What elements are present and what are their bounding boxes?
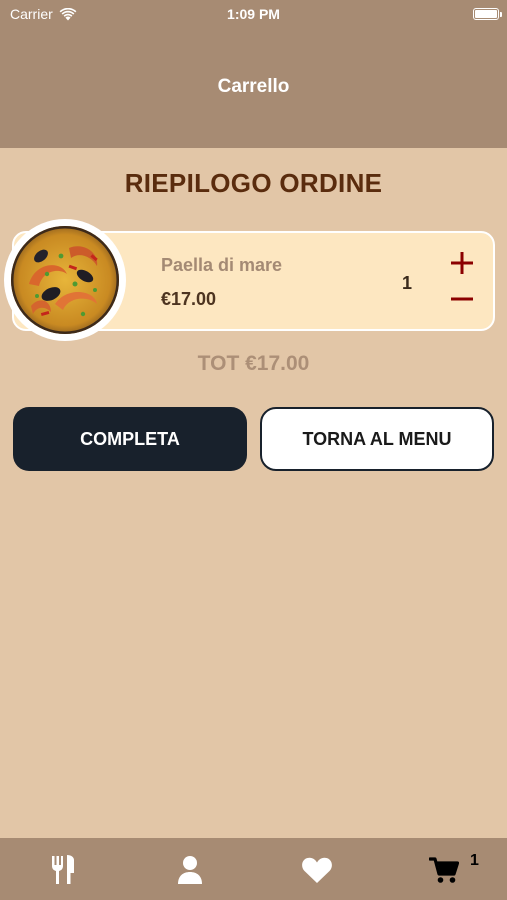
back-to-menu-button[interactable]: TORNA AL MENU xyxy=(260,407,494,471)
item-quantity: 1 xyxy=(402,273,413,293)
tab-menu[interactable] xyxy=(46,852,82,888)
battery-level xyxy=(475,10,497,18)
minus-icon xyxy=(451,297,473,301)
order-total: TOT €17.00 xyxy=(197,352,310,375)
tab-favorites[interactable] xyxy=(299,852,335,888)
plus-icon xyxy=(451,252,473,274)
increase-quantity-button[interactable] xyxy=(448,249,476,277)
utensils-icon xyxy=(52,855,74,884)
tab-cart[interactable] xyxy=(426,852,462,888)
status-bar: Carrier 1:09 PM xyxy=(0,0,507,28)
item-name: Paella di mare xyxy=(161,255,283,275)
item-price: €17.00 xyxy=(161,289,217,309)
cart-badge: 1 xyxy=(470,852,479,869)
paella-photo xyxy=(11,226,119,334)
heart-icon xyxy=(302,857,332,883)
page-title: Carrello xyxy=(217,76,290,97)
tab-profile[interactable] xyxy=(172,852,208,888)
item-image xyxy=(4,219,126,341)
order-summary-title: RIEPILOGO ORDINE xyxy=(124,168,383,198)
user-icon xyxy=(178,856,202,884)
status-time: 1:09 PM xyxy=(227,6,280,22)
complete-order-button[interactable]: COMPLETA xyxy=(13,407,247,471)
navigation-header: Carrier 1:09 PM Carrello xyxy=(0,0,507,148)
tab-bar xyxy=(0,838,507,900)
decrease-quantity-button[interactable] xyxy=(448,285,476,313)
battery-icon xyxy=(473,8,502,20)
cart-icon xyxy=(429,857,459,883)
